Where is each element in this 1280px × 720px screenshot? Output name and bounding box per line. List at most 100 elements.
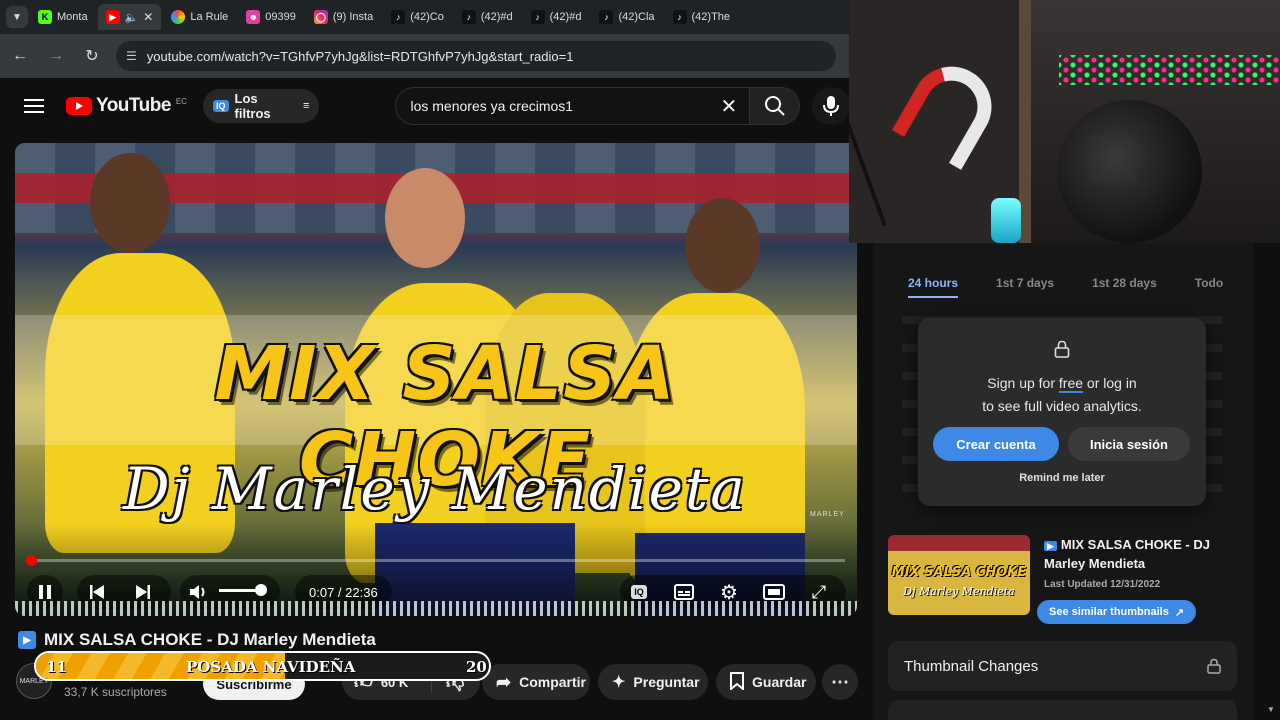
remind-later-link[interactable]: Remind me later [918, 472, 1206, 484]
iq-icon: IQ [631, 585, 647, 599]
login-button[interactable]: Inicia sesión [1068, 427, 1190, 461]
previous-icon [90, 585, 104, 599]
posada-progress-overlay: 11 POSADA NAVIDEÑA 20 [34, 651, 491, 681]
forward-icon[interactable]: → [44, 44, 68, 68]
last-updated: Last Updated 12/31/2022 [1044, 579, 1161, 590]
lamp [991, 198, 1021, 243]
save-button[interactable]: Guardar [716, 664, 816, 700]
external-link-icon: ↗ [1174, 606, 1185, 619]
video-player[interactable]: MIX SALSA CHOKE Dj Marley Mendieta MARLE… [15, 143, 857, 616]
tab-youtube[interactable]: ▶ 🔈 ✕ [97, 4, 162, 30]
wheel-icon [171, 10, 186, 24]
share-label: Compartir [519, 674, 586, 690]
search-input[interactable]: los menores ya crecimos1 ✕ [395, 87, 751, 125]
theater-icon [763, 584, 785, 600]
christmas-lights [1059, 55, 1280, 85]
similar-thumbnails-button[interactable]: See similar thumbnails ↗ [1037, 600, 1197, 624]
pause-icon [39, 585, 51, 599]
youtube-play-icon [65, 97, 92, 115]
search-button[interactable] [750, 87, 801, 125]
signup-text-line2: to see full video analytics. [982, 398, 1142, 414]
thumbnail-title-text: MIX SALSA CHOKE - DJ Marley Mendieta [1044, 537, 1210, 571]
tab-first-28-days[interactable]: 1st 28 days [1092, 270, 1157, 298]
thumbnail-overlay-title: MIX SALSA CHOKE [891, 565, 1027, 580]
player-head [385, 168, 465, 268]
thumbnail-changes-row[interactable]: Thumbnail Changes [888, 641, 1237, 691]
tab-tiktok-3[interactable]: ♪ (42)#d [523, 4, 590, 30]
filters-logo-icon: IQ [213, 100, 229, 112]
youtube-header: YouTube EC IQ Los filtros ≡ los menores … [0, 78, 851, 134]
search-icon [764, 96, 785, 116]
video-title: ▶ MIX SALSA CHOKE - DJ Marley Mendieta [18, 630, 376, 650]
tab-24-hours[interactable]: 24 hours [908, 270, 959, 298]
speaker-icon: 🔈 [124, 11, 139, 24]
scroll-down-icon[interactable]: ▼ [1267, 705, 1275, 714]
sliders-icon: ≡ [303, 100, 310, 112]
signup-message: Sign up for free or log in to see full v… [918, 372, 1206, 418]
tiktok-icon: ♪ [530, 10, 545, 24]
video-title-text: MIX SALSA CHOKE - DJ Marley Mendieta [44, 630, 376, 649]
play-badge-icon: ▶ [1044, 541, 1057, 551]
signup-modal: Sign up for free or log in to see full v… [918, 318, 1206, 506]
streamer-head [1057, 100, 1202, 243]
tab-la-rule[interactable]: La Rule [163, 4, 236, 30]
page-scrollbar[interactable]: ▼ [1262, 243, 1280, 720]
country-code: EC [175, 97, 188, 106]
filters-button[interactable]: IQ Los filtros ≡ [203, 89, 320, 123]
video-overlay-subtitle: Dj Marley Mendieta [123, 455, 747, 523]
address-bar[interactable]: ☰ youtube.com/watch?v=TGhfvP7yhJg&list=R… [116, 41, 836, 71]
menu-icon[interactable] [24, 95, 44, 117]
tiktok-icon: ♪ [461, 10, 476, 24]
signup-free-link[interactable]: free [1058, 375, 1084, 393]
audio-visualizer [15, 601, 857, 616]
subscriber-count: 33,7 K suscriptores [64, 685, 167, 699]
save-label: Guardar [752, 674, 807, 690]
close-tab-icon[interactable]: ✕ [143, 10, 153, 24]
posada-right-value: 20 [466, 658, 487, 676]
ask-label: Preguntar [633, 674, 700, 690]
similar-label: See similar thumbnails [1049, 606, 1169, 618]
video-watermark: MARLEY [810, 511, 845, 518]
voice-search-button[interactable] [812, 87, 851, 125]
tab-tiktok-1[interactable]: ♪ (42)Co [383, 4, 452, 30]
progress-scrubber[interactable] [26, 555, 38, 566]
tab-search-button[interactable]: ▼ [6, 6, 28, 28]
candy-cane-decoration [891, 52, 1007, 170]
tab-all[interactable]: Todo [1195, 270, 1223, 298]
posada-label: POSADA NAVIDEÑA [186, 658, 356, 676]
youtube-logo[interactable]: YouTube EC [65, 95, 188, 117]
more-actions-button[interactable]: ⋯ [822, 664, 858, 700]
ask-button[interactable]: ✦ Preguntar [598, 664, 708, 700]
youtube-wordmark: YouTube [95, 95, 171, 116]
kick-icon: K [38, 10, 52, 24]
create-account-button[interactable]: Crear cuenta [933, 427, 1059, 461]
filters-label: Los filtros [234, 91, 271, 121]
signup-text-post: or log in [1083, 375, 1137, 391]
url-text: youtube.com/watch?v=TGhfvP7yhJg&list=RDT… [146, 48, 574, 64]
browser-tab-bar: ▼ K Monta ▶ 🔈 ✕ La Rule ☻ 09399 ◯ (9) Insta ♪… [0, 0, 850, 34]
back-icon[interactable]: ← [8, 44, 32, 68]
reload-icon[interactable]: ↻ [80, 44, 104, 68]
progress-bar[interactable] [27, 559, 845, 562]
volume-knob[interactable] [255, 584, 267, 596]
microphone-arm [849, 93, 887, 227]
tab-kick[interactable]: K Monta [30, 4, 96, 30]
lock-icon [1054, 340, 1070, 363]
subtitles-icon [674, 584, 694, 600]
video-thumbnail[interactable]: MIX SALSA CHOKE Dj Marley Mendieta [888, 535, 1030, 615]
microphone-icon [823, 96, 840, 116]
tab-tiktok-2[interactable]: ♪ (42)#d [454, 4, 521, 30]
tab-tiktok-4[interactable]: ♪ (42)Cla [591, 4, 662, 30]
play-badge-icon: ▶ [18, 631, 36, 649]
search-query: los menores ya crecimos1 [410, 98, 574, 114]
instagram-icon: ◯ [313, 10, 328, 24]
tab-first-7-days[interactable]: 1st 7 days [996, 270, 1054, 298]
player-head [685, 198, 760, 293]
tab-instagram[interactable]: ◯ (9) Insta [306, 4, 381, 30]
site-info-icon[interactable]: ☰ [126, 49, 137, 63]
fullscreen-icon: ⤢ [811, 581, 827, 602]
clear-search-icon[interactable]: ✕ [721, 94, 738, 119]
tab-tiktok-5[interactable]: ♪ (42)The [665, 4, 739, 30]
tab-contact[interactable]: ☻ 09399 [238, 4, 304, 30]
share-button[interactable]: ➦ Compartir [482, 664, 590, 700]
